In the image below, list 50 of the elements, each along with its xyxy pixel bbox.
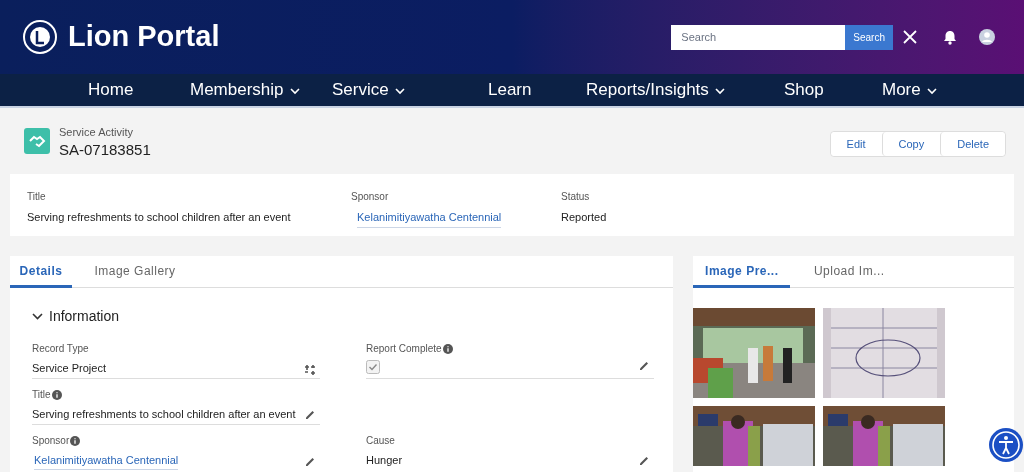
chevron-down-icon[interactable]	[394, 87, 405, 95]
object-type-label: Service Activity	[59, 125, 134, 140]
chevron-down-icon[interactable]	[926, 87, 937, 95]
field-label: Title	[32, 388, 51, 402]
sponsor-link[interactable]: Kelanimitiyawatha Centennial	[34, 452, 179, 470]
field-value: Hunger	[366, 453, 403, 468]
field-label: Title	[27, 190, 46, 204]
nav-item[interactable]: Reports/Insights	[586, 77, 784, 103]
chevron-icon[interactable]	[32, 311, 43, 322]
field-value: Reported	[561, 210, 607, 225]
record-name: SA-07183851	[59, 140, 151, 159]
nav-item[interactable]: Membership	[190, 77, 332, 103]
chevron-down-icon[interactable]	[289, 87, 300, 95]
tab[interactable]: Details	[10, 256, 72, 288]
section-header[interactable]: Information	[49, 306, 120, 327]
field-label: Record Type	[32, 342, 89, 356]
search-button[interactable]: Search	[845, 24, 893, 50]
pencil-icon[interactable]	[638, 360, 650, 372]
chevron-down-icon[interactable]	[714, 87, 725, 95]
search-field[interactable]: Search	[671, 24, 846, 50]
info-icon[interactable]	[70, 435, 81, 446]
tab[interactable]: Image Gallery	[72, 256, 198, 288]
sponsor-link[interactable]: Kelanimitiyawatha Centennial	[357, 209, 502, 228]
nav-item[interactable]: More	[882, 77, 962, 103]
avatar-icon[interactable]	[979, 29, 995, 45]
close-icon[interactable]	[903, 30, 917, 44]
nav-item[interactable]: Learn	[488, 77, 586, 103]
field-label: Cause	[366, 434, 395, 448]
field-label: Sponsor	[351, 190, 389, 204]
lion-logo-icon[interactable]	[22, 19, 58, 55]
field-value: Serving refreshments to school children after an event	[27, 210, 291, 225]
field-label: Report Complete	[366, 342, 442, 356]
field-value: Service Project	[32, 361, 106, 376]
tab[interactable]: Upload Im...	[790, 256, 909, 288]
nav-item[interactable]: Shop	[784, 77, 882, 103]
field-value: Serving refreshments to school children after an event	[32, 407, 296, 422]
field-label: Sponsor	[32, 434, 70, 448]
nav-item[interactable]: Service	[332, 77, 488, 103]
nav-item[interactable]: Home	[88, 77, 190, 103]
info-icon[interactable]	[442, 343, 453, 354]
action-button[interactable]: Delete	[940, 132, 1005, 156]
pencil-icon[interactable]	[638, 454, 650, 467]
portal-title[interactable]: Lion Portal	[68, 15, 220, 59]
tab[interactable]: Image Pre...	[693, 256, 791, 288]
pencil-icon[interactable]	[304, 408, 316, 421]
field-label: Status	[561, 190, 590, 204]
pencil-icon[interactable]	[304, 455, 316, 468]
info-icon[interactable]	[51, 389, 62, 400]
bell-icon[interactable]	[943, 29, 957, 45]
accessibility-icon[interactable]	[988, 427, 1024, 463]
